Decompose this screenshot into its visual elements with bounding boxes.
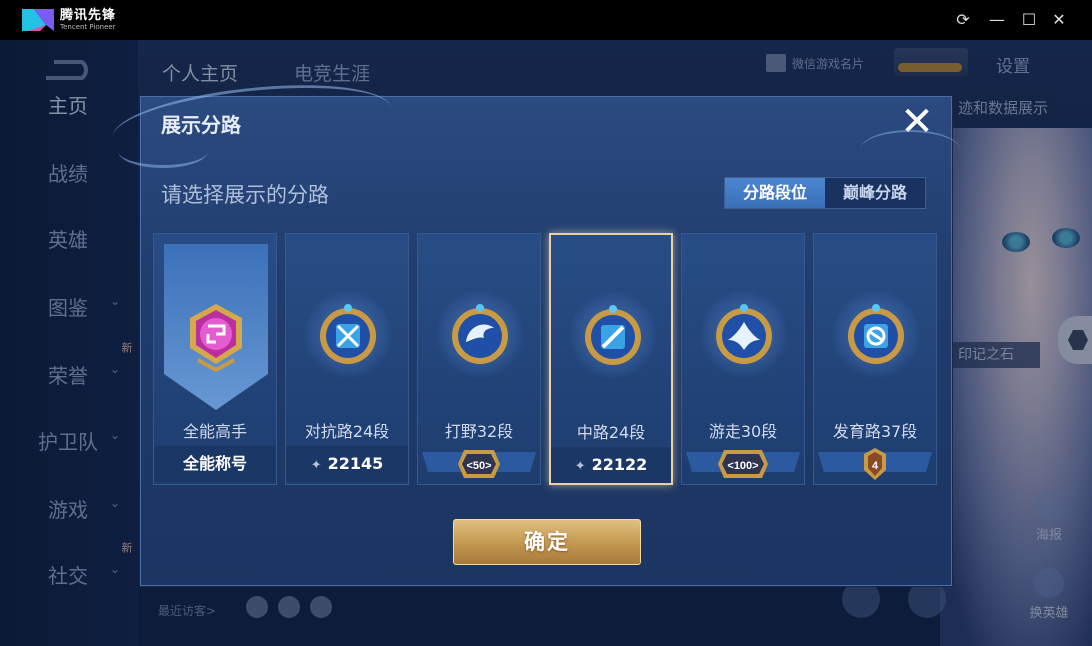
- mid-lane-emblem-icon: [585, 305, 641, 365]
- lane-card-mid[interactable]: 中路24段 ✦ 22122: [549, 233, 673, 485]
- brand-name: 腾讯先锋: [60, 8, 117, 23]
- clash-lane-emblem-icon: [320, 304, 376, 364]
- brand: 腾讯先锋 Tencent Pioneer: [60, 9, 116, 31]
- lane-card-clash[interactable]: 对抗路24段 ✦ 22145: [285, 233, 409, 485]
- tab-lane-rank[interactable]: 分路段位: [725, 178, 825, 208]
- lane-card-farm[interactable]: 发育路37段 4: [813, 233, 937, 485]
- medal-ribbon: <50>: [422, 450, 536, 478]
- roam-emblem-icon: [716, 304, 772, 364]
- medal-value: 4: [872, 460, 879, 472]
- confirm-button[interactable]: 确定: [453, 519, 641, 565]
- decorative-swirl: [118, 134, 208, 168]
- maximize-button[interactable]: ☐: [1017, 8, 1041, 32]
- medal-ribbon: <100>: [686, 450, 800, 478]
- refresh-button[interactable]: ⟳: [951, 8, 975, 32]
- close-window-button[interactable]: ✕: [1047, 8, 1071, 32]
- brand-subtitle: Tencent Pioneer: [60, 23, 116, 31]
- tencent-pioneer-logo-icon: [22, 9, 54, 31]
- decorative-swirl: [860, 130, 960, 170]
- medal-value: <100>: [727, 460, 758, 472]
- lane-score: ✦ 22145: [286, 446, 408, 482]
- lane-score: ✦ 22122: [551, 447, 671, 483]
- lane-label: 游走30段: [708, 422, 778, 441]
- lane-label: 中路24段: [576, 423, 646, 442]
- lane-card-list: 全能高手 全能称号 对抗路24段 ✦ 22145 打野32段 <50> 中路24…: [153, 233, 943, 487]
- jungle-emblem-icon: [452, 304, 508, 364]
- medal-ribbon: 4: [818, 448, 932, 480]
- lane-value: 全能称号: [154, 446, 276, 482]
- lane-mode-tabs: 分路段位 巅峰分路: [724, 177, 926, 209]
- farm-lane-emblem-icon: [848, 304, 904, 364]
- allround-emblem-icon: [190, 304, 242, 373]
- lane-card-roam[interactable]: 游走30段 <100>: [681, 233, 805, 485]
- app-window: 腾讯先锋 Tencent Pioneer ⟳ — ☐ ✕ 主页 战绩 英雄 图鉴 ⌄ 荣誉…: [0, 0, 1092, 646]
- medal-value: <50>: [466, 460, 491, 472]
- score-icon: ✦: [310, 458, 322, 473]
- lane-label: 全能高手: [182, 422, 247, 441]
- score-icon: ✦: [574, 459, 586, 474]
- tab-peak-lane[interactable]: 巅峰分路: [825, 178, 925, 208]
- title-bar: 腾讯先锋 Tencent Pioneer ⟳ — ☐ ✕: [0, 0, 1092, 40]
- lane-label: 打野32段: [444, 422, 514, 441]
- lane-card-allround[interactable]: 全能高手 全能称号: [153, 233, 277, 485]
- lane-label: 发育路37段: [832, 422, 918, 441]
- minimize-button[interactable]: —: [985, 8, 1009, 32]
- dialog-subtitle: 请选择展示的分路: [161, 183, 329, 207]
- lane-display-dialog: 展示分路 ✕ 请选择展示的分路 分路段位 巅峰分路 全能高手 全能称号 对抗路2…: [140, 96, 952, 586]
- lane-card-jungle[interactable]: 打野32段 <50>: [417, 233, 541, 485]
- lane-label: 对抗路24段: [304, 422, 390, 441]
